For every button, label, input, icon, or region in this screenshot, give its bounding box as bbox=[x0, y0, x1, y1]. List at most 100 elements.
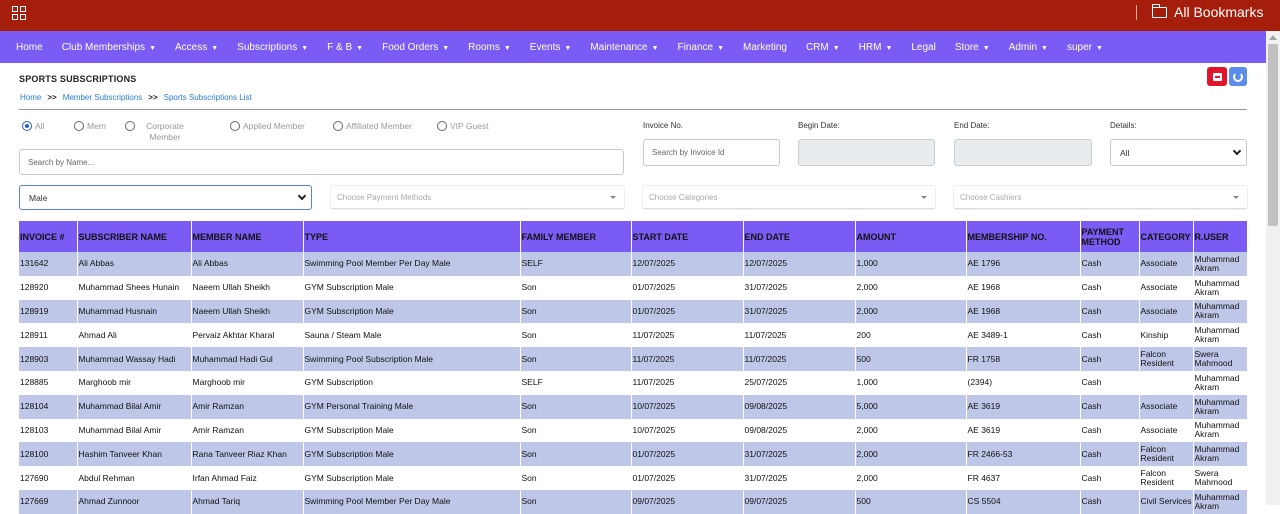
page-title: SPORTS SUBSCRIPTIONS bbox=[19, 74, 137, 84]
radio-affiliated-member[interactable]: Affiliated Member bbox=[333, 121, 412, 132]
table-row[interactable]: 128903 Muhammad Wassay Hadi Muhammad Hadi … bbox=[19, 347, 1248, 371]
table-row[interactable]: 128911 Ahmad Ali Pervaiz Akhtar Kharal Saun… bbox=[19, 323, 1248, 348]
nav-item-club-memberships[interactable]: Club Memberships ▼ bbox=[62, 42, 156, 53]
scroll-up-arrow-icon[interactable] bbox=[1269, 35, 1277, 40]
table-cell: Cash bbox=[1080, 275, 1140, 300]
table-row[interactable]: 127690 Abdul Rehman Irfan Ahmad Faiz GYM Su… bbox=[19, 466, 1248, 490]
caret-down-icon: ▼ bbox=[356, 44, 364, 52]
breadcrumb-separator: >> bbox=[47, 93, 57, 102]
column-header[interactable]: CATEGORY bbox=[1139, 221, 1194, 252]
top-bar: All Bookmarks bbox=[0, 0, 1280, 31]
nav-item-admin[interactable]: Admin ▼ bbox=[1009, 42, 1048, 53]
table-row[interactable]: 128103 Muhammad Bilal Amir Amir Ramzan GYM … bbox=[19, 418, 1248, 443]
nav-item-maintenance[interactable]: Maintenance ▼ bbox=[590, 42, 658, 53]
table-row[interactable]: 128104 Muhammad Bilal Amir Amir Ramzan GYM … bbox=[19, 394, 1248, 419]
table-row[interactable]: 128100 Hashim Tanveer Khan Rana Tanveer Ri… bbox=[19, 442, 1248, 467]
column-header[interactable]: PAYMENT METHOD bbox=[1080, 221, 1140, 252]
table-cell: 2,000 bbox=[855, 442, 967, 467]
table-body: 131642 Ali Abbas Ali Abbas Swimming Pool Me… bbox=[19, 252, 1248, 514]
caret-down-icon: ▼ bbox=[1096, 44, 1103, 52]
table-cell: 10/07/2025 bbox=[631, 418, 744, 443]
table-row[interactable]: 131642 Ali Abbas Ali Abbas Swimming Pool Me… bbox=[19, 252, 1248, 276]
nav-item-legal[interactable]: Legal bbox=[911, 42, 935, 53]
column-header[interactable]: R.USER bbox=[1193, 221, 1248, 252]
invoice-search-input[interactable]: Search by Invoice Id bbox=[643, 139, 780, 166]
radio-vip-guest[interactable]: VIP Guest bbox=[437, 121, 489, 132]
payment-methods-select[interactable]: Choose Payment Methods bbox=[331, 186, 624, 209]
table-cell: 5,000 bbox=[855, 394, 967, 419]
nav-item-hrm[interactable]: HRM ▼ bbox=[859, 42, 893, 53]
table-cell: 31/07/2025 bbox=[743, 442, 856, 467]
breadcrumb-sports-subscriptions-list[interactable]: Sports Subscriptions List bbox=[164, 93, 252, 102]
begin-date-field[interactable] bbox=[798, 139, 935, 166]
radio-label: Corporate Member bbox=[146, 121, 184, 142]
column-header[interactable]: TYPE bbox=[303, 221, 521, 252]
nav-item-subscriptions[interactable]: Subscriptions ▼ bbox=[237, 42, 308, 53]
nav-item-marketing[interactable]: Marketing bbox=[743, 42, 787, 53]
table-cell: 01/07/2025 bbox=[631, 299, 744, 324]
scrollbar-thumb[interactable] bbox=[1268, 44, 1278, 226]
table-row[interactable]: 127669 Ahmad Zunnoor Ahmad Tariq Swimming P… bbox=[19, 489, 1248, 514]
radio-applied-member[interactable]: Applied Member bbox=[230, 121, 305, 132]
table-cell: 09/08/2025 bbox=[743, 418, 856, 443]
nav-item-super[interactable]: super ▼ bbox=[1067, 42, 1103, 53]
nav-item-f-b[interactable]: F & B ▼ bbox=[327, 42, 363, 53]
table-cell: Cash bbox=[1080, 299, 1140, 324]
all-bookmarks-button[interactable]: All Bookmarks bbox=[1151, 3, 1263, 21]
column-header[interactable]: MEMBER NAME bbox=[191, 221, 304, 252]
end-date-field[interactable] bbox=[954, 139, 1092, 166]
column-header[interactable]: MEMBERSHIP NO. bbox=[966, 221, 1081, 252]
table-cell: Cash bbox=[1080, 252, 1140, 276]
nav-item-access[interactable]: Access ▼ bbox=[175, 42, 218, 53]
column-header[interactable]: START DATE bbox=[631, 221, 744, 252]
caret-down-icon: ▼ bbox=[651, 44, 659, 52]
cashiers-select[interactable]: Choose Cashiers bbox=[954, 186, 1247, 209]
caret-down-icon: ▼ bbox=[1041, 44, 1048, 52]
nav-item-home[interactable]: Home bbox=[16, 42, 43, 53]
radio-label: All bbox=[35, 121, 45, 131]
nav-item-label: Legal bbox=[911, 41, 936, 53]
nav-item-crm[interactable]: CRM ▼ bbox=[806, 42, 840, 53]
radio-mem[interactable]: Mem bbox=[74, 121, 106, 132]
breadcrumb-home[interactable]: Home bbox=[20, 93, 41, 102]
table-cell: Hashim Tanveer Khan bbox=[77, 442, 192, 467]
column-header[interactable]: SUBSCRIBER NAME bbox=[77, 221, 192, 252]
nav-item-finance[interactable]: Finance ▼ bbox=[678, 42, 725, 53]
table-cell: Irfan Ahmad Faiz bbox=[191, 466, 304, 490]
table-row[interactable]: 128885 Marghoob mir Marghoob mir GYM Subscr… bbox=[19, 370, 1248, 395]
table-cell: Associate bbox=[1139, 252, 1194, 276]
table-cell: Abdul Rehman bbox=[77, 466, 192, 490]
gender-select[interactable]: Male bbox=[19, 185, 312, 210]
column-header[interactable]: END DATE bbox=[743, 221, 856, 252]
refresh-button[interactable] bbox=[1229, 67, 1247, 86]
print-button[interactable] bbox=[1207, 67, 1227, 86]
column-header[interactable]: FAMILY MEMBER bbox=[520, 221, 632, 252]
categories-select[interactable]: Choose Categories bbox=[643, 186, 935, 209]
nav-item-events[interactable]: Events ▼ bbox=[530, 42, 572, 53]
table-cell: 127690 bbox=[19, 466, 78, 490]
table-cell: Muhammad Akram bbox=[1193, 442, 1248, 467]
table-cell: 09/08/2025 bbox=[743, 394, 856, 419]
caret-down-icon: ▼ bbox=[149, 44, 156, 52]
column-header[interactable]: INVOICE # bbox=[19, 221, 78, 252]
radio-icon bbox=[333, 121, 343, 131]
nav-item-food-orders[interactable]: Food Orders ▼ bbox=[382, 42, 449, 53]
breadcrumb-member-subscriptions[interactable]: Member Subscriptions bbox=[63, 93, 143, 102]
details-select[interactable]: All bbox=[1110, 139, 1247, 166]
search-name-input[interactable]: Search by Name... bbox=[19, 149, 624, 175]
apps-grid-icon[interactable] bbox=[12, 6, 26, 20]
nav-item-label: Club Memberships bbox=[61, 41, 146, 53]
caret-down-icon: ▼ bbox=[301, 44, 309, 52]
table-cell: 11/07/2025 bbox=[743, 323, 856, 348]
table-cell: 11/07/2025 bbox=[631, 347, 744, 371]
radio-corporate-member[interactable]: Corporate Member bbox=[125, 121, 192, 143]
printer-icon bbox=[1212, 72, 1222, 81]
table-cell: Muhammad Akram bbox=[1193, 489, 1248, 514]
nav-item-store[interactable]: Store ▼ bbox=[955, 42, 990, 53]
table-row[interactable]: 128919 Muhammad Husnain Naeem Ullah Sheikh… bbox=[19, 299, 1248, 324]
nav-item-label: Subscriptions bbox=[237, 41, 298, 53]
radio-all[interactable]: All bbox=[22, 121, 44, 132]
nav-item-rooms[interactable]: Rooms ▼ bbox=[468, 42, 511, 53]
column-header[interactable]: AMOUNT bbox=[855, 221, 967, 252]
table-row[interactable]: 128920 Muhammad Shees Hunain Naeem Ullah S… bbox=[19, 275, 1248, 300]
